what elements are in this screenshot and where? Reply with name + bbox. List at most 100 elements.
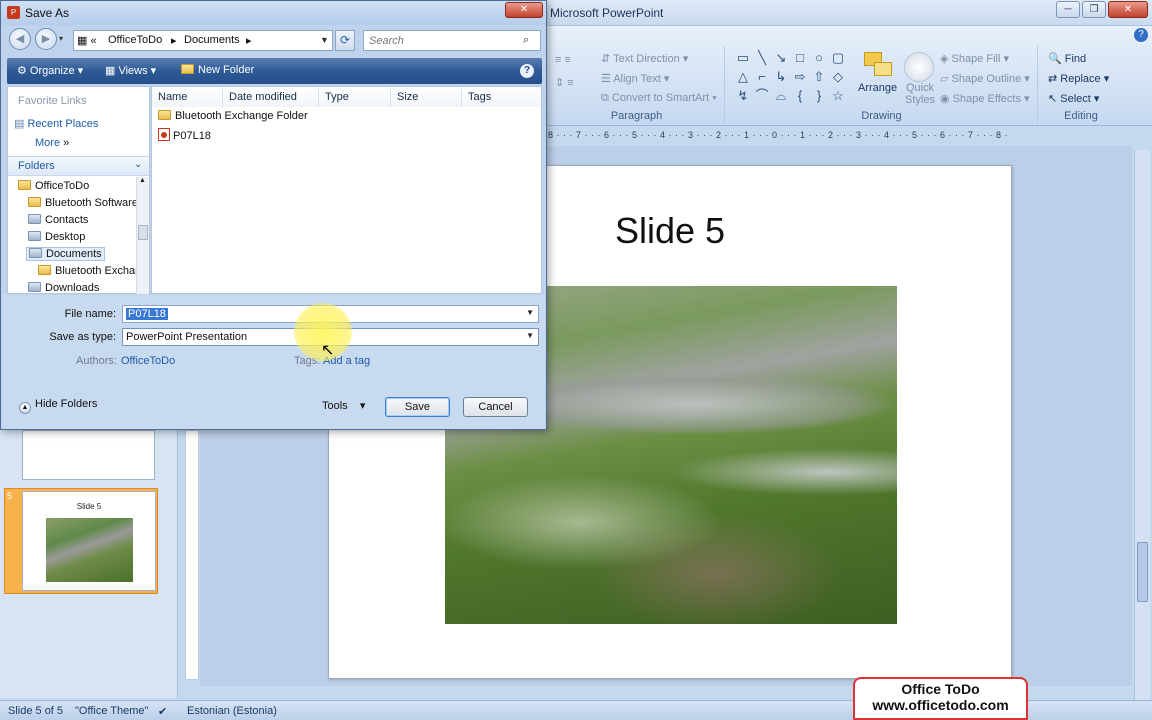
column-name[interactable]: Name	[152, 87, 223, 107]
contacts-icon	[28, 214, 41, 224]
recent-places-link[interactable]: ▤ Recent Places	[14, 117, 98, 130]
select-button[interactable]: ↖ Select ▾	[1048, 92, 1099, 105]
quick-styles-icon[interactable]	[904, 52, 934, 82]
hide-folders-button[interactable]: ▲ Hide Folders	[19, 398, 97, 414]
spellcheck-icon[interactable]: ✔	[158, 705, 167, 718]
quick-styles-label[interactable]: Quick Styles	[900, 82, 940, 106]
organize-button[interactable]: ⚙ Organize ▾	[17, 64, 83, 77]
new-folder-button[interactable]: New Folder	[181, 64, 254, 76]
rounded-rect-shape-icon[interactable]: ▢	[829, 50, 847, 66]
tree-item-documents[interactable]: Documents	[26, 247, 105, 261]
diamond-shape-icon[interactable]: ◇	[829, 69, 847, 85]
bracket-icon[interactable]: }	[810, 88, 828, 104]
breadcrumb-documents[interactable]: Documents	[184, 34, 240, 46]
triangle-shape-icon[interactable]: △	[734, 69, 752, 85]
square-shape-icon[interactable]: □	[791, 50, 809, 66]
shape-effects-button[interactable]: ◉ Shape Effects ▾	[940, 92, 1030, 105]
slide-thumbnail-5[interactable]: 5 Slide 5	[4, 488, 158, 594]
ppt-window-title: Microsoft PowerPoint	[550, 6, 664, 20]
arrange-label[interactable]: Arrange	[858, 82, 897, 94]
find-button[interactable]: 🔍 Find	[1048, 52, 1086, 65]
tree-scrollbar[interactable]: ▲	[136, 177, 149, 294]
help-icon[interactable]: ?	[1134, 28, 1148, 42]
oval-shape-icon[interactable]: ○	[810, 50, 828, 66]
search-icon[interactable]: ⌕	[523, 34, 529, 47]
dropdown-arrow-icon[interactable]: ▼	[526, 331, 534, 340]
address-bar[interactable]: ▦ « OfficeToDo ▸ Documents ▸ ▼	[73, 30, 333, 51]
search-input[interactable]	[363, 30, 541, 51]
align-text-button[interactable]: ☰ Align Text ▾	[601, 72, 669, 85]
arrow-shape-icon[interactable]: ↘	[772, 50, 790, 66]
more-link[interactable]: More »	[35, 137, 69, 149]
column-tags[interactable]: Tags	[462, 87, 541, 107]
back-button[interactable]: ◀	[9, 28, 31, 50]
shape-fill-label: Shape Fill	[951, 53, 1001, 65]
shapes-gallery[interactable]: ▭ ╲ ↘ □ ○ ▢ △ ⌐ ↳ ⇨ ⇧ ◇ ↯ ⌒ ⌓ { } ☆	[734, 50, 847, 104]
save-as-dialog: P Save As ✕ ◀ ▶ ▾ ▦ « OfficeToDo ▸ Docum…	[0, 0, 547, 430]
dropdown-arrow-icon[interactable]: ▼	[526, 308, 534, 317]
organize-label: Organize	[29, 65, 75, 77]
lightning-icon[interactable]: ↯	[734, 88, 752, 104]
star-shape-icon[interactable]: ☆	[829, 88, 847, 104]
brace-icon[interactable]: {	[791, 88, 809, 104]
save-type-label: Save as type:	[49, 331, 116, 343]
tree-item-contacts[interactable]: Contacts	[28, 214, 88, 226]
tree-item-officetodo[interactable]: OfficeToDo	[18, 180, 89, 192]
forward-button[interactable]: ▶	[35, 28, 57, 50]
arc-icon[interactable]: ⌓	[772, 88, 790, 104]
language-status[interactable]: Estonian (Estonia)	[187, 705, 277, 717]
curve-icon[interactable]: ⌒	[753, 88, 771, 104]
align-icons[interactable]: ≡ ≡	[555, 54, 571, 66]
save-button[interactable]: Save	[385, 397, 450, 417]
file-row[interactable]: Bluetooth Exchange Folder	[158, 110, 308, 122]
rectangle-shape-icon[interactable]: ▭	[734, 50, 752, 66]
help-icon[interactable]: ?	[520, 64, 534, 78]
right-arrow-icon[interactable]: ⇨	[791, 69, 809, 85]
tree-item-downloads[interactable]: Downloads	[28, 282, 99, 294]
tree-item-bluetooth-software[interactable]: Bluetooth Software	[28, 197, 136, 209]
scrollbar-thumb[interactable]	[1137, 542, 1148, 602]
up-arrow-icon[interactable]: ⇧	[810, 69, 828, 85]
watermark: Office ToDo www.officetodo.com	[853, 677, 1028, 720]
restore-button[interactable]: ❐	[1082, 1, 1106, 18]
authors-label: Authors:	[76, 355, 117, 367]
replace-label: Replace	[1060, 73, 1101, 85]
views-button[interactable]: ▦ Views ▾	[105, 64, 156, 77]
tree-item-bluetooth-exchange[interactable]: Bluetooth Exchange Folder	[38, 265, 136, 277]
arrange-icon[interactable]	[864, 52, 894, 82]
recent-places-label: Recent Places	[27, 118, 99, 130]
vertical-scrollbar[interactable]	[1134, 150, 1150, 700]
shape-fill-button[interactable]: ◈ Shape Fill ▾	[940, 52, 1009, 65]
scroll-up-icon[interactable]: ▲	[139, 177, 146, 184]
tools-button[interactable]: Tools ▾	[322, 399, 365, 412]
file-name-value[interactable]: P07L18	[126, 308, 168, 320]
folders-toggle[interactable]: Folders ⌄	[8, 156, 149, 176]
slide-thumbnail-4[interactable]	[22, 430, 155, 480]
chevron-right-icon[interactable]: ▸	[246, 34, 252, 47]
cancel-button[interactable]: Cancel	[463, 397, 528, 417]
line-shape-icon[interactable]: ╲	[753, 50, 771, 66]
dialog-titlebar[interactable]: P Save As ✕	[1, 1, 546, 25]
text-direction-button[interactable]: ⇵ Text Direction ▾	[601, 52, 688, 65]
replace-button[interactable]: ⇄ Replace ▾	[1048, 72, 1109, 85]
refresh-icon[interactable]: ⟳	[335, 30, 355, 51]
line-spacing-icon[interactable]: ⇕ ≡	[555, 76, 574, 89]
minimize-button[interactable]: ─	[1056, 1, 1080, 18]
tree-scrollbar-thumb[interactable]	[138, 225, 148, 240]
column-size[interactable]: Size	[391, 87, 462, 107]
close-button[interactable]: ✕	[1108, 1, 1148, 18]
convert-smartart-button[interactable]: ⧉ Convert to SmartArt ▾	[601, 92, 717, 105]
breadcrumb-officetodo[interactable]: OfficeToDo	[108, 34, 162, 46]
authors-value[interactable]: OfficeToDo	[121, 355, 175, 367]
elbow-arrow-icon[interactable]: ↳	[772, 69, 790, 85]
address-dropdown-icon[interactable]: ▼	[320, 35, 329, 45]
shape-outline-button[interactable]: ▱ Shape Outline ▾	[940, 72, 1030, 85]
dialog-close-button[interactable]: ✕	[505, 2, 543, 18]
recent-pages-icon[interactable]: ▾	[59, 34, 63, 43]
column-type[interactable]: Type	[319, 87, 391, 107]
chevron-right-icon[interactable]: ▸	[171, 34, 177, 47]
tree-item-desktop[interactable]: Desktop	[28, 231, 85, 243]
file-row[interactable]: P07L18	[158, 128, 211, 142]
column-date-modified[interactable]: Date modified	[223, 87, 319, 107]
elbow-connector-icon[interactable]: ⌐	[753, 69, 771, 85]
